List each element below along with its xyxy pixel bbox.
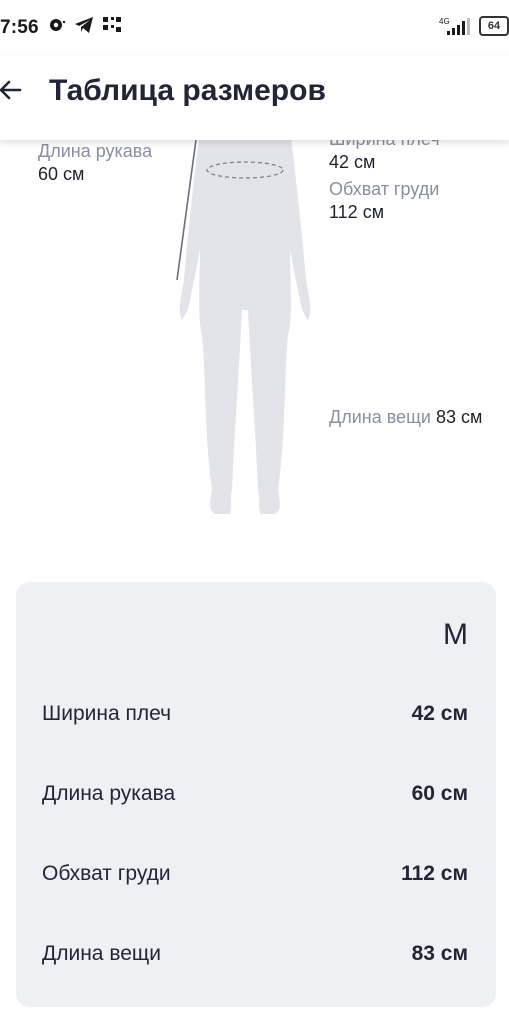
table-row: Обхват груди 112 см xyxy=(42,862,468,892)
row-value: 112 см xyxy=(401,862,468,885)
row-name: Длина рукава xyxy=(42,782,176,805)
page-title: Таблица размеров xyxy=(49,74,326,107)
length-value: 83 см xyxy=(435,407,483,427)
telegram-icon xyxy=(75,17,93,33)
notification-icons xyxy=(48,16,122,34)
row-value: 83 см xyxy=(411,942,468,965)
status-time: 7:56 xyxy=(0,17,39,38)
row-name: Обхват груди xyxy=(42,862,171,885)
measurement-figure: Длина рукава 60 см Ширина плеч 42 см Обх… xyxy=(0,140,509,540)
row-name: Ширина плеч xyxy=(42,702,172,725)
row-value: 60 см xyxy=(411,782,468,805)
length-label: Длина вещи xyxy=(329,407,431,427)
size-label: M xyxy=(443,618,468,651)
length-annotation: Длина вещи 83 см xyxy=(329,406,482,429)
signal-icon: 4G xyxy=(439,17,470,35)
sleeve-value: 60 см xyxy=(38,164,85,184)
chest-value: 112 см xyxy=(329,202,385,222)
network-type: 4G xyxy=(439,17,450,26)
sleeve-label: Длина рукава xyxy=(38,141,153,161)
battery-icon: 64 xyxy=(479,16,509,36)
size-table-card[interactable]: M Ширина плеч 42 см Длина рукава 60 см О… xyxy=(16,582,496,1007)
table-row: Длина рукава 60 см xyxy=(42,782,468,812)
shoulder-value: 42 см xyxy=(329,152,376,172)
notification-app-icon xyxy=(50,19,66,31)
chest-annotation: Обхват груди 112 см xyxy=(329,178,439,224)
sleeve-annotation: Длина рукава 60 см xyxy=(38,140,152,186)
shoulder-annotation: Ширина плеч 42 см xyxy=(329,140,440,174)
status-bar: 7:56 4G 64 xyxy=(0,0,509,56)
table-row: Длина вещи 83 см xyxy=(42,942,468,972)
row-name: Длина вещи xyxy=(42,942,161,965)
app-grid-icon xyxy=(103,17,121,32)
body-silhouette xyxy=(176,140,311,514)
table-row: Ширина плеч 42 см xyxy=(42,702,468,732)
shoulder-label: Ширина плеч xyxy=(329,140,440,151)
back-arrow-icon[interactable] xyxy=(0,78,22,102)
chest-label: Обхват груди xyxy=(329,179,440,199)
system-icons: 4G 64 xyxy=(437,16,509,36)
row-value: 42 см xyxy=(411,702,468,725)
app-bar: Таблица размеров xyxy=(0,56,509,140)
